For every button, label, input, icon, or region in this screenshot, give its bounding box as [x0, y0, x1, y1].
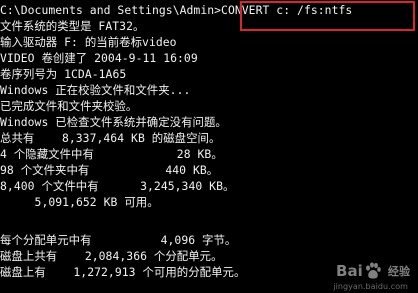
- console-line: 8,400 个文件中有 3,245,340 KB。: [0, 179, 235, 193]
- console-line: 卷序列号为 1CDA-1A65: [0, 67, 127, 81]
- console-line: Windows 正在校验文件和文件夹...: [0, 83, 191, 97]
- console-line: VIDEO 卷创建了 2004-9-11 16:09: [0, 51, 198, 65]
- console-line: 文件系统的类型是 FAT32。: [0, 19, 145, 33]
- command-prompt-window[interactable]: C:\Documents and Settings\Admin>CONVERT …: [0, 0, 418, 293]
- console-line: 总共有 8,337,464 KB 的磁盘空间。: [0, 131, 221, 145]
- console-line: 5,091,652 KB 可用。: [0, 195, 159, 209]
- console-line: 4 个隐藏文件中有 28 KB。: [0, 147, 223, 161]
- baidu-watermark: Bai 经验: [336, 261, 410, 281]
- console-line: 98 个文件夹中有 440 KB。: [0, 163, 219, 177]
- paw-icon: [365, 262, 381, 279]
- console-line: 已完成文件和文件夹校验。: [0, 99, 138, 113]
- watermark-suffix: 经验: [387, 265, 410, 278]
- console-line: Windows 已检查文件系统并确定没有问题。: [0, 115, 227, 129]
- console-line: 磁盘上有 1,272,913 个可用的分配单元。: [0, 265, 246, 279]
- console-line: 每个分配单元中有 4,096 字节。: [0, 233, 237, 247]
- baidu-logo: Bai: [336, 261, 383, 281]
- watermark-url: jingyan.baidu.com: [333, 282, 408, 291]
- command-highlight-box: [240, 1, 415, 31]
- console-line: 磁盘上共有 2,084,366 个分配单元。: [0, 249, 223, 263]
- console-line: 输入驱动器 F: 的当前卷标video: [0, 35, 177, 49]
- baidu-brand-text: Bai: [336, 262, 363, 280]
